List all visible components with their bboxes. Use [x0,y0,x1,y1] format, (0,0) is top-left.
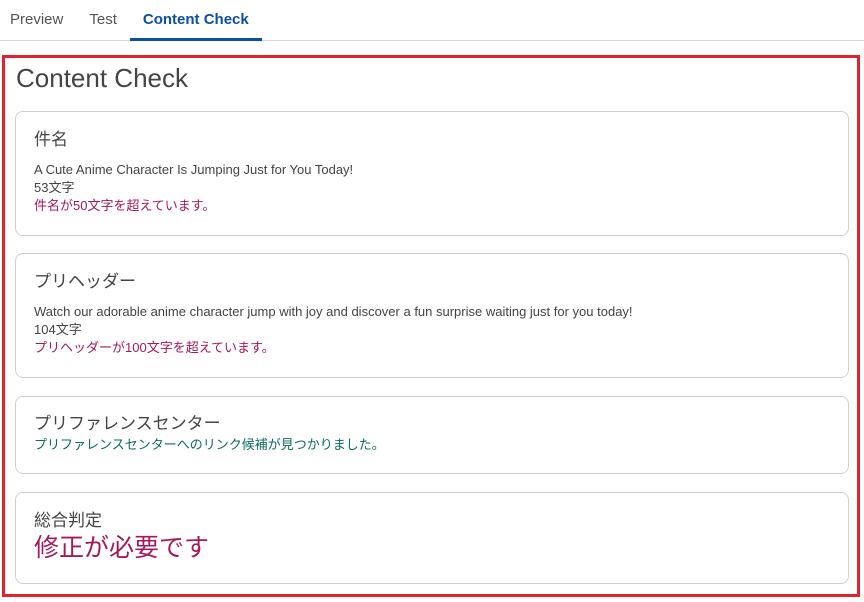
tab-content-check[interactable]: Content Check [129,0,262,41]
preheader-char-count: 104文字 [34,322,82,337]
subject-char-count: 53文字 [34,180,75,195]
subject-warning: 件名が50文字を超えています。 [34,198,216,213]
preheader-warning: プリヘッダーが100文字を超えています。 [34,340,275,355]
subject-heading: 件名 [34,130,68,149]
tab-test[interactable]: Test [76,0,130,40]
tab-preview[interactable]: Preview [0,0,76,40]
overall-card: 総合判定 修正が必要です [15,492,849,584]
preheader-card: プリヘッダー Watch our adorable anime characte… [15,253,849,378]
preference-center-message: プリファレンスセンターへのリンク候補が見つかりました。 [34,437,385,452]
subject-text: A Cute Anime Character Is Jumping Just f… [34,162,354,177]
preheader-text: Watch our adorable anime character jump … [34,304,633,319]
preference-center-card: プリファレンスセンター プリファレンスセンターへのリンク候補が見つかりました。 [15,396,849,474]
overall-heading: 総合判定 [34,511,102,530]
preheader-heading: プリヘッダー [34,272,136,291]
preference-center-heading: プリファレンスセンター [34,414,221,433]
overall-verdict: 修正が必要です [34,534,210,562]
tab-bar: Preview Test Content Check [0,0,864,41]
subject-card: 件名 A Cute Anime Character Is Jumping Jus… [15,111,849,236]
content-check-panel: Content Check 件名 A Cute Anime Character … [2,55,860,597]
page-title: Content Check [16,63,188,93]
